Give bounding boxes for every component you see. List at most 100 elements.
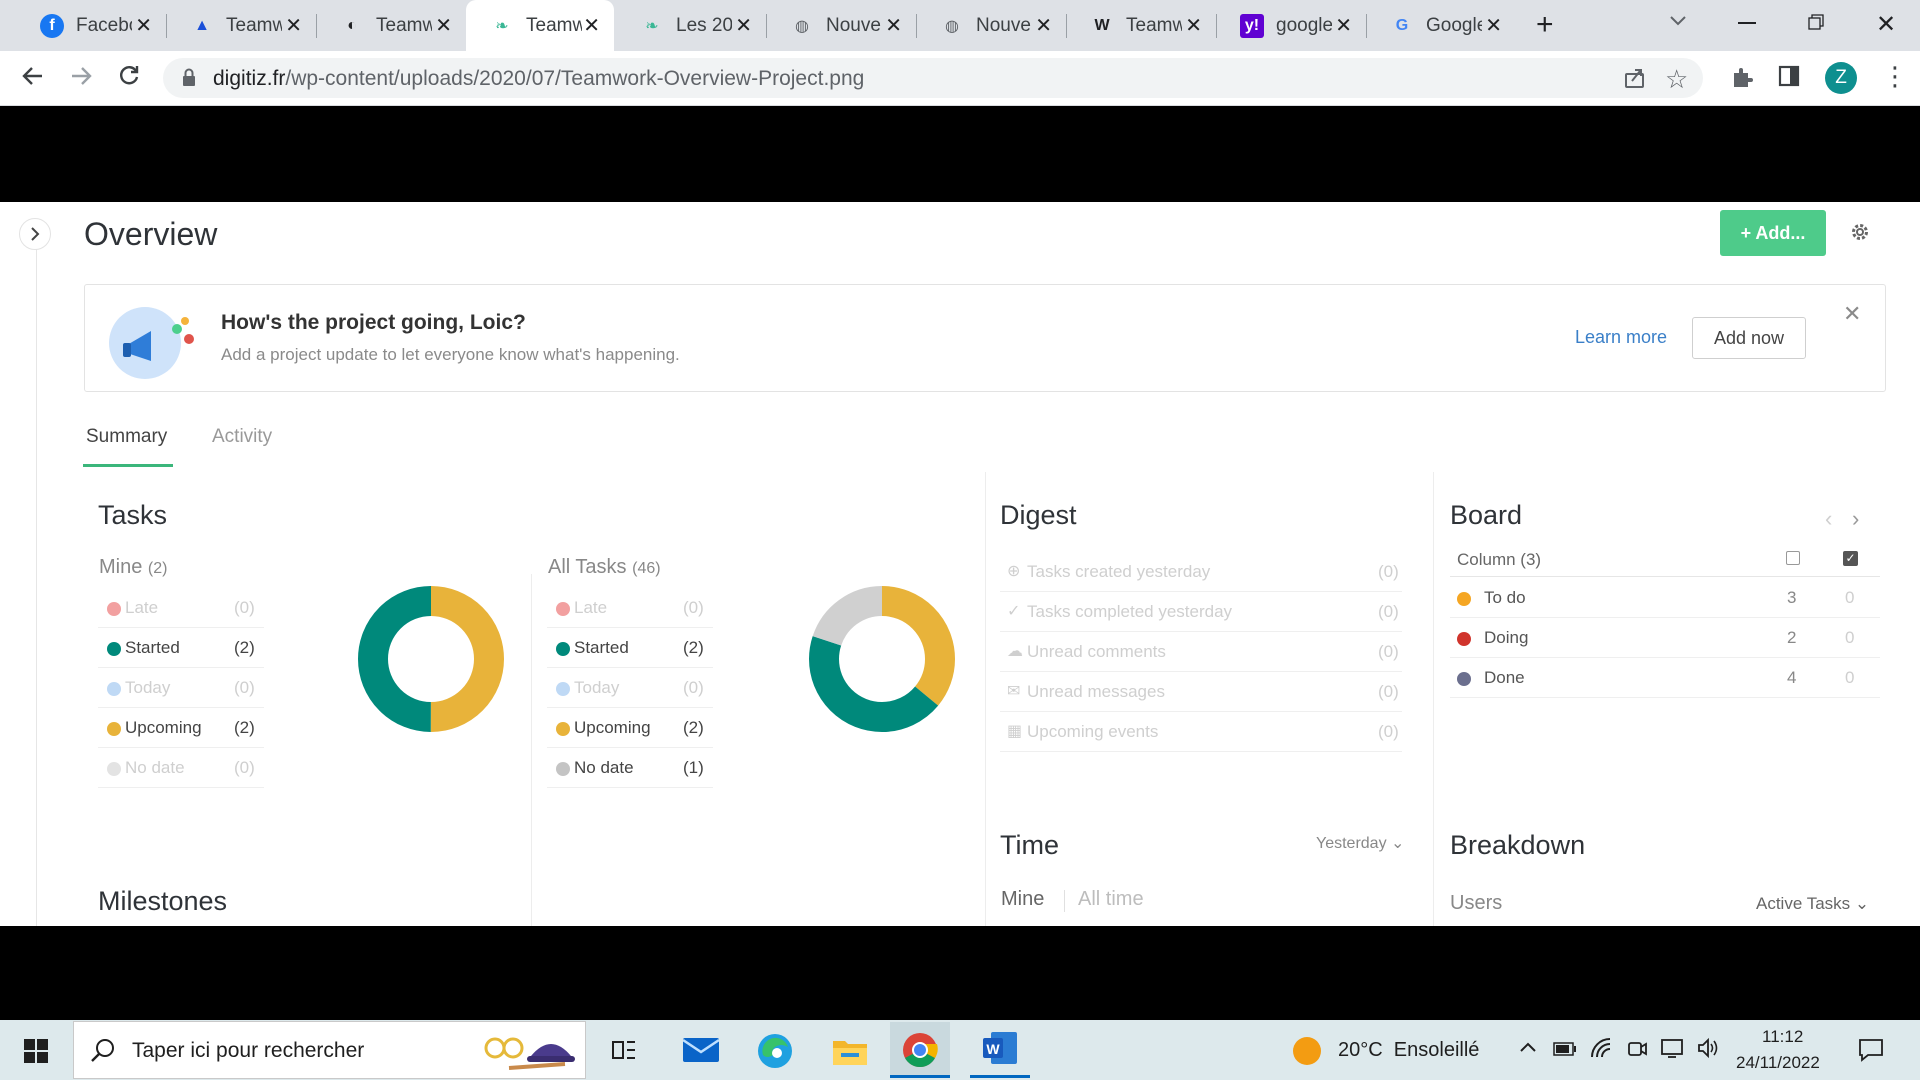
close-tab-icon[interactable]: ✕ <box>583 13 600 38</box>
close-tab-icon[interactable]: ✕ <box>1035 13 1052 38</box>
status-dot-icon <box>107 602 121 616</box>
browser-tab[interactable]: ◍ Nouvel ✕ <box>766 0 916 51</box>
add-button[interactable]: + Add... <box>1720 210 1826 256</box>
chrome-taskbar-icon[interactable] <box>890 1022 950 1078</box>
profile-avatar[interactable]: Z <box>1825 62 1857 94</box>
board-column-row[interactable]: Done 4 0 <box>1450 658 1880 698</box>
display-icon[interactable] <box>1660 1037 1684 1064</box>
extensions-icon[interactable] <box>1730 65 1754 96</box>
volume-icon[interactable] <box>1696 1037 1720 1064</box>
project-update-banner: How's the project going, Loic? Add a pro… <box>84 284 1886 392</box>
status-row[interactable]: Today (0) <box>547 668 713 708</box>
close-tab-icon[interactable]: ✕ <box>285 13 302 38</box>
learn-more-link[interactable]: Learn more <box>1575 327 1667 348</box>
side-panel-icon[interactable] <box>1778 65 1800 94</box>
weather-text[interactable]: 20°C Ensoleillé <box>1338 1039 1479 1062</box>
digest-row[interactable]: ☁ Unread comments (0) <box>1000 632 1402 672</box>
meet-now-icon[interactable] <box>1626 1038 1648 1065</box>
file-explorer-icon[interactable] <box>833 1037 867 1070</box>
close-tab-icon[interactable]: ✕ <box>885 13 902 38</box>
clock-date[interactable]: 24/11/2022 <box>1736 1053 1820 1073</box>
board-column-row[interactable]: Doing 2 0 <box>1450 618 1880 658</box>
tab-activity[interactable]: Activity <box>212 426 272 448</box>
column-open-count: 4 <box>1787 668 1797 687</box>
edge-browser-icon[interactable] <box>757 1033 793 1074</box>
digest-row[interactable]: ⊕ Tasks created yesterday (0) <box>1000 552 1402 592</box>
taskbar-search-box[interactable]: Taper ici pour rechercher <box>73 1021 586 1079</box>
svg-text:W: W <box>986 1041 1000 1057</box>
breakdown-filter-dropdown[interactable]: Active Tasks ⌄ <box>1756 894 1869 914</box>
browser-tab[interactable]: ◐ Teamwork✕ <box>316 0 466 51</box>
browser-tab[interactable]: ◍ Nouvel ✕ <box>916 0 1066 51</box>
board-prev-arrow-icon[interactable]: ‹ <box>1825 506 1832 532</box>
tab-separator <box>766 14 767 38</box>
digest-label: Upcoming events <box>1027 722 1159 741</box>
status-row[interactable]: No date (0) <box>98 748 264 788</box>
browser-menu-icon[interactable]: ⋮ <box>1882 63 1908 89</box>
digest-row[interactable]: ▦ Upcoming events (0) <box>1000 712 1402 752</box>
close-banner-icon[interactable]: ✕ <box>1843 301 1861 327</box>
clock-time[interactable]: 11:12 <box>1762 1027 1803 1047</box>
browser-tab[interactable]: y! google ✕ <box>1216 0 1366 51</box>
browser-tab[interactable]: ❧ Les 20 ✕ <box>616 0 766 51</box>
notifications-icon[interactable] <box>1858 1038 1884 1067</box>
all-tasks-count: (46) <box>632 560 661 577</box>
expand-sidebar-button[interactable] <box>19 218 51 250</box>
reload-icon[interactable] <box>116 63 142 96</box>
time-all-time-tab[interactable]: All time <box>1078 888 1144 911</box>
digest-row[interactable]: ✉ Unread messages (0) <box>1000 672 1402 712</box>
status-row[interactable]: Upcoming (2) <box>547 708 713 748</box>
share-icon[interactable] <box>1623 66 1647 95</box>
close-tab-icon[interactable]: ✕ <box>1485 13 1502 38</box>
close-tab-icon[interactable]: ✕ <box>1185 13 1202 38</box>
board-next-arrow-icon[interactable]: › <box>1852 506 1859 532</box>
browser-tab[interactable]: W Teamwork✕ <box>1066 0 1216 51</box>
tab-summary[interactable]: Summary <box>86 426 167 448</box>
new-tab-button[interactable]: + <box>1536 8 1554 42</box>
wifi-icon[interactable] <box>1590 1037 1612 1064</box>
done-tasks-checkbox-icon: ✓ <box>1843 551 1858 566</box>
tray-chevron-up-icon[interactable] <box>1518 1038 1538 1063</box>
restore-button[interactable] <box>1808 14 1824 30</box>
browser-tab[interactable]: ❧ Teamwork✕ <box>466 0 614 51</box>
address-bar[interactable]: digitiz.fr/wp-content/uploads/2020/07/Te… <box>163 58 1703 98</box>
status-row[interactable]: Late (0) <box>98 588 264 628</box>
forward-arrow-icon[interactable] <box>68 63 94 96</box>
plus-circle-icon: ⊕ <box>1007 563 1021 580</box>
tab-search-chevron-icon[interactable] <box>1668 10 1688 30</box>
mail-app-icon[interactable] <box>682 1036 720 1069</box>
tab-separator <box>1066 14 1067 38</box>
close-tab-icon[interactable]: ✕ <box>1335 13 1352 38</box>
browser-tab[interactable]: ▲ Teamwork✕ <box>166 0 316 51</box>
close-window-button[interactable]: ✕ <box>1876 10 1896 39</box>
battery-icon[interactable] <box>1553 1042 1577 1061</box>
status-dot-icon <box>556 682 570 696</box>
time-mine-tab[interactable]: Mine <box>1001 888 1044 911</box>
windows-start-icon[interactable] <box>24 1039 48 1068</box>
status-row[interactable]: Late (0) <box>547 588 713 628</box>
sidebar-rail <box>36 232 37 926</box>
minimize-button[interactable] <box>1738 22 1756 24</box>
close-tab-icon[interactable]: ✕ <box>435 13 452 38</box>
digest-row[interactable]: ✓ Tasks completed yesterday (0) <box>1000 592 1402 632</box>
back-arrow-icon[interactable] <box>20 63 46 96</box>
close-tab-icon[interactable]: ✕ <box>735 13 752 38</box>
word-app-icon[interactable]: W <box>970 1022 1030 1078</box>
board-column-row[interactable]: To do 3 0 <box>1450 578 1880 618</box>
status-row[interactable]: Upcoming (2) <box>98 708 264 748</box>
task-view-icon[interactable] <box>611 1038 637 1067</box>
browser-tab[interactable]: f Facebook✕ <box>16 0 166 51</box>
add-now-button[interactable]: Add now <box>1692 317 1806 359</box>
browser-tab[interactable]: G Google ✕ <box>1366 0 1516 51</box>
status-row[interactable]: No date (1) <box>547 748 713 788</box>
close-tab-icon[interactable]: ✕ <box>135 13 152 38</box>
status-row[interactable]: Started (2) <box>547 628 713 668</box>
column-color-dot-icon <box>1457 592 1471 606</box>
open-tasks-checkbox-icon <box>1786 551 1800 565</box>
settings-gear-icon[interactable] <box>1849 221 1871 248</box>
status-row[interactable]: Today (0) <box>98 668 264 708</box>
bookmark-star-icon[interactable]: ☆ <box>1665 64 1688 95</box>
time-filter-dropdown[interactable]: Yesterday ⌄ <box>1316 833 1404 853</box>
status-row[interactable]: Started (2) <box>98 628 264 668</box>
leaf-icon: ❧ <box>645 17 659 35</box>
